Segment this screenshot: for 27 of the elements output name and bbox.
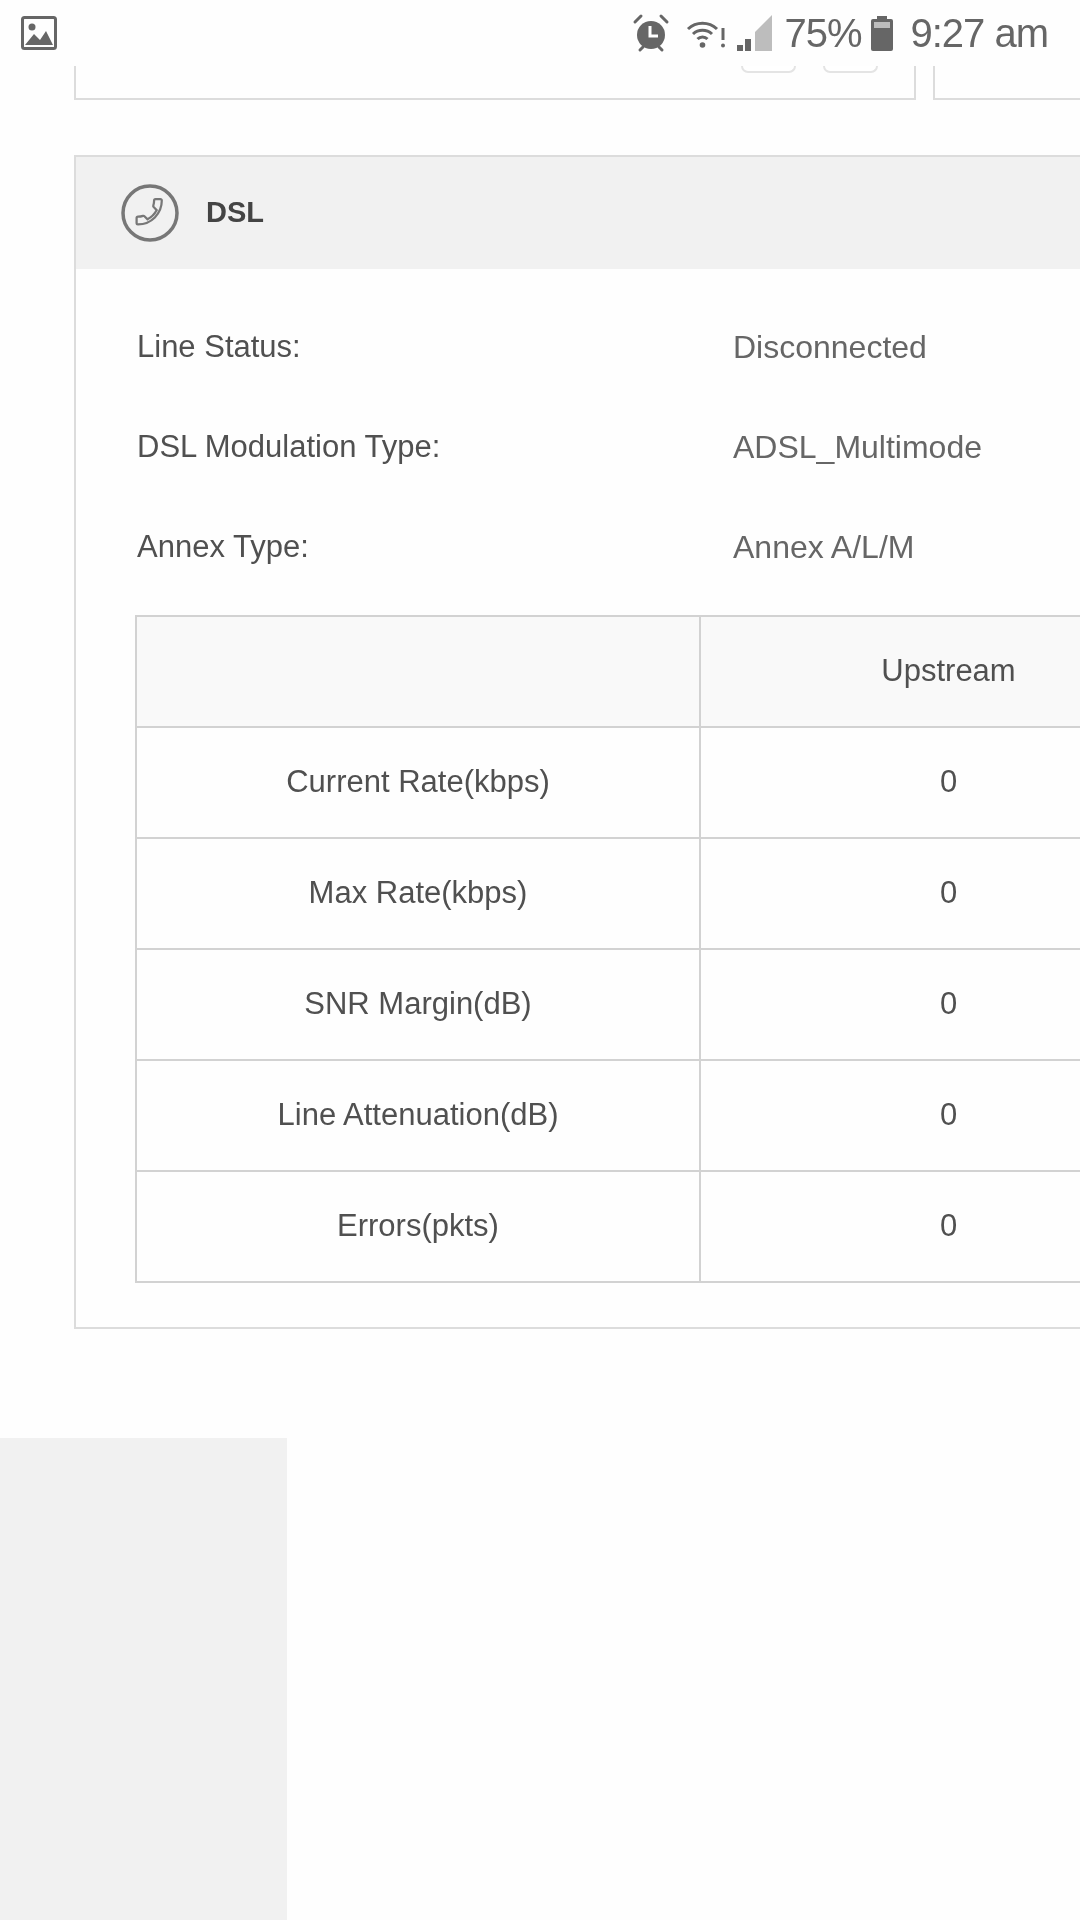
phone-icon — [120, 183, 180, 243]
signal-icon — [735, 15, 773, 51]
card-title: DSL — [206, 195, 264, 231]
table-cell: SNR Margin(dB) — [137, 950, 701, 1061]
battery-percent: 75% — [784, 13, 862, 53]
table-cell: 0 — [701, 728, 1080, 839]
table-cell: Max Rate(kbps) — [137, 839, 701, 950]
cut-off-button[interactable] — [823, 66, 878, 73]
table-header-cell: Upstream — [701, 617, 1080, 728]
table-cell: Current Rate(kbps) — [137, 728, 701, 839]
table-cell: 0 — [701, 839, 1080, 950]
table-cell: 0 — [701, 1061, 1080, 1172]
table-cell: Errors(pkts) — [137, 1172, 701, 1283]
table-cell: Line Attenuation(dB) — [137, 1061, 701, 1172]
field-value: Annex A/L/M — [733, 528, 915, 567]
table-cell: 0 — [701, 950, 1080, 1061]
field-label: Line Status: — [137, 327, 302, 366]
field-value: Disconnected — [733, 328, 927, 367]
picture-icon — [21, 16, 57, 50]
battery-icon — [870, 15, 895, 51]
alarm-clock-icon — [632, 13, 671, 53]
field-value: ADSL_Multimode — [733, 428, 982, 467]
field-label: DSL Modulation Type: — [137, 427, 442, 466]
field-label: Annex Type: — [137, 527, 310, 566]
table-cell: 0 — [701, 1172, 1080, 1283]
cut-off-button[interactable] — [741, 66, 796, 73]
clock-time: 9:27 am — [910, 13, 1048, 53]
